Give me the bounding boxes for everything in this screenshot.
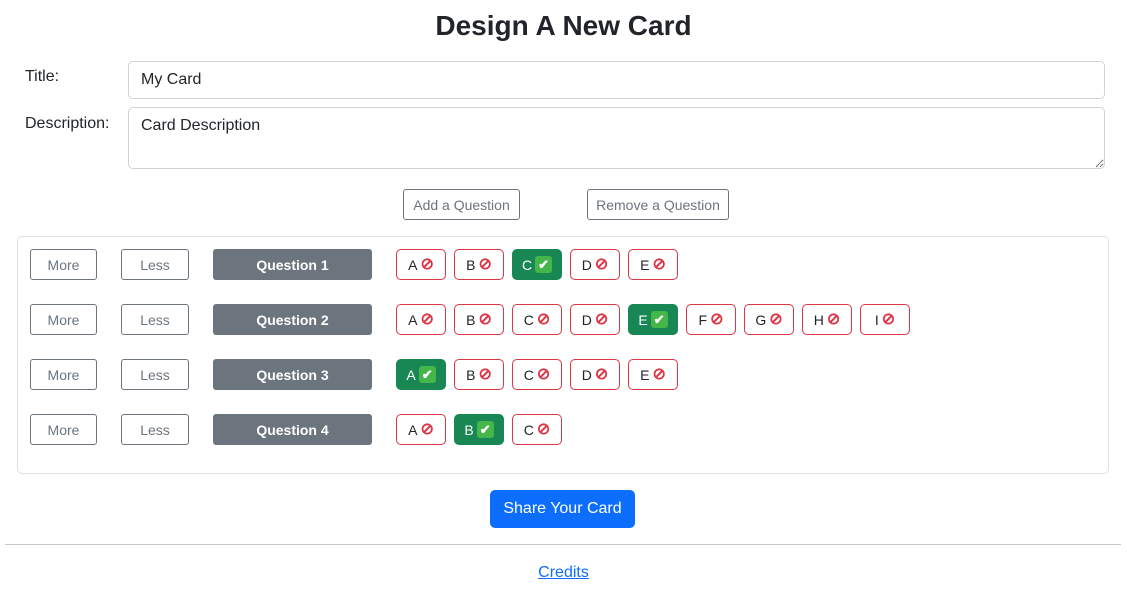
credits-link[interactable]: Credits bbox=[0, 564, 1127, 582]
question-title-button[interactable]: Question 3 bbox=[213, 359, 372, 390]
answer-option-button[interactable]: A ⊘ bbox=[396, 304, 446, 335]
question-title-button[interactable]: Question 2 bbox=[213, 304, 372, 335]
prohibited-icon: ⊘ bbox=[881, 310, 896, 328]
description-label: Description: bbox=[25, 115, 110, 132]
answer-letter: B bbox=[466, 366, 476, 383]
title-label: Title: bbox=[25, 68, 60, 85]
answer-letter: E bbox=[638, 311, 648, 328]
answer-option-button[interactable]: I ⊘ bbox=[860, 304, 910, 335]
prohibited-icon: ⊘ bbox=[478, 310, 492, 328]
prohibited-icon: ⊘ bbox=[536, 310, 551, 328]
more-answers-button[interactable]: More bbox=[30, 414, 97, 445]
answer-letter: G bbox=[755, 311, 767, 328]
answer-letter: B bbox=[464, 421, 474, 438]
answer-option-button[interactable]: B ⊘ bbox=[454, 304, 504, 335]
check-mark-button-icon: ✔ bbox=[535, 256, 553, 273]
answer-option-button[interactable]: B ⊘ bbox=[454, 249, 504, 280]
answer-letter: B bbox=[466, 311, 476, 328]
answer-option-button[interactable]: C ⊘ bbox=[512, 359, 562, 390]
answer-option-button[interactable]: H ⊘ bbox=[802, 304, 852, 335]
answer-letter: F bbox=[698, 311, 708, 328]
answer-option-button[interactable]: A ⊘ bbox=[396, 414, 446, 445]
answer-letter: I bbox=[874, 311, 879, 328]
answer-letter: C bbox=[523, 421, 534, 438]
prohibited-icon: ⊘ bbox=[594, 255, 609, 273]
answer-letter: A bbox=[408, 311, 418, 328]
answer-option-button[interactable]: C ✔ bbox=[512, 249, 562, 280]
answer-option-button[interactable]: A ✔ bbox=[396, 359, 446, 390]
answer-letter: A bbox=[406, 366, 416, 383]
prohibited-icon: ⊘ bbox=[420, 310, 434, 328]
answer-option-button[interactable]: D ⊘ bbox=[570, 249, 620, 280]
answer-letter: C bbox=[523, 311, 534, 328]
more-answers-button[interactable]: More bbox=[30, 249, 97, 280]
answer-option-button[interactable]: B ⊘ bbox=[454, 359, 504, 390]
answer-option-button[interactable]: D ⊘ bbox=[570, 304, 620, 335]
answer-option-button[interactable]: E ⊘ bbox=[628, 359, 678, 390]
less-answers-button[interactable]: Less bbox=[121, 359, 189, 390]
more-answers-button[interactable]: More bbox=[30, 304, 97, 335]
answer-letter: A bbox=[408, 421, 418, 438]
prohibited-icon: ⊘ bbox=[420, 255, 434, 273]
answer-letter: E bbox=[640, 256, 650, 273]
answer-option-button[interactable]: E ⊘ bbox=[628, 249, 678, 280]
prohibited-icon: ⊘ bbox=[652, 365, 666, 383]
prohibited-icon: ⊘ bbox=[594, 365, 609, 383]
prohibited-icon: ⊘ bbox=[769, 310, 783, 328]
answer-option-button[interactable]: E ✔ bbox=[628, 304, 678, 335]
remove-question-button[interactable]: Remove a Question bbox=[587, 189, 729, 220]
prohibited-icon: ⊘ bbox=[536, 365, 551, 383]
answer-options: A ⊘ B ⊘ C ✔ D ⊘ E ⊘ bbox=[396, 249, 686, 280]
answer-options: A ⊘ B ✔ C ⊘ bbox=[396, 414, 570, 445]
question-title-button[interactable]: Question 1 bbox=[213, 249, 372, 280]
answer-letter: D bbox=[581, 366, 592, 383]
check-mark-button-icon: ✔ bbox=[476, 421, 494, 438]
answer-letter: H bbox=[813, 311, 824, 328]
prohibited-icon: ⊘ bbox=[420, 420, 434, 438]
share-card-button[interactable]: Share Your Card bbox=[490, 490, 635, 528]
question-row: More Less Question 2 A ⊘ B ⊘ C ⊘ D ⊘ E ✔ F ⊘ G ⊘ H ⊘ I ⊘ bbox=[30, 304, 1030, 336]
answer-letter: C bbox=[523, 366, 534, 383]
add-question-button[interactable]: Add a Question bbox=[403, 189, 520, 220]
less-answers-button[interactable]: Less bbox=[121, 249, 189, 280]
less-answers-button[interactable]: Less bbox=[121, 414, 189, 445]
prohibited-icon: ⊘ bbox=[478, 255, 492, 273]
answer-option-button[interactable]: C ⊘ bbox=[512, 414, 562, 445]
answer-option-button[interactable]: A ⊘ bbox=[396, 249, 446, 280]
answer-letter: D bbox=[581, 256, 592, 273]
answer-letter: A bbox=[408, 256, 418, 273]
page-title: Design A New Card bbox=[435, 10, 692, 41]
answer-options: A ✔ B ⊘ C ⊘ D ⊘ E ⊘ bbox=[396, 359, 686, 390]
prohibited-icon: ⊘ bbox=[710, 310, 724, 328]
answer-option-button[interactable]: C ⊘ bbox=[512, 304, 562, 335]
check-mark-button-icon: ✔ bbox=[650, 311, 668, 328]
prohibited-icon: ⊘ bbox=[478, 365, 492, 383]
answer-letter: E bbox=[640, 366, 650, 383]
answer-options: A ⊘ B ⊘ C ⊘ D ⊘ E ✔ F ⊘ G ⊘ H ⊘ I ⊘ bbox=[396, 304, 918, 335]
question-row: More Less Question 4 A ⊘ B ✔ C ⊘ bbox=[30, 414, 1030, 446]
title-input[interactable] bbox=[128, 61, 1105, 99]
prohibited-icon: ⊘ bbox=[826, 310, 841, 328]
answer-letter: C bbox=[521, 256, 533, 273]
answer-option-button[interactable]: D ⊘ bbox=[570, 359, 620, 390]
answer-option-button[interactable]: B ✔ bbox=[454, 414, 504, 445]
footer-divider bbox=[5, 544, 1121, 545]
less-answers-button[interactable]: Less bbox=[121, 304, 189, 335]
more-answers-button[interactable]: More bbox=[30, 359, 97, 390]
description-textarea[interactable]: Card Description bbox=[128, 107, 1105, 169]
question-row: More Less Question 1 A ⊘ B ⊘ C ✔ D ⊘ E ⊘ bbox=[30, 249, 1030, 281]
prohibited-icon: ⊘ bbox=[536, 420, 551, 438]
question-title-button[interactable]: Question 4 bbox=[213, 414, 372, 445]
question-row: More Less Question 3 A ✔ B ⊘ C ⊘ D ⊘ E ⊘ bbox=[30, 359, 1030, 391]
answer-option-button[interactable]: G ⊘ bbox=[744, 304, 794, 335]
answer-option-button[interactable]: F ⊘ bbox=[686, 304, 736, 335]
check-mark-button-icon: ✔ bbox=[418, 366, 436, 383]
prohibited-icon: ⊘ bbox=[652, 255, 666, 273]
answer-letter: D bbox=[581, 311, 592, 328]
answer-letter: B bbox=[466, 256, 476, 273]
prohibited-icon: ⊘ bbox=[594, 310, 609, 328]
